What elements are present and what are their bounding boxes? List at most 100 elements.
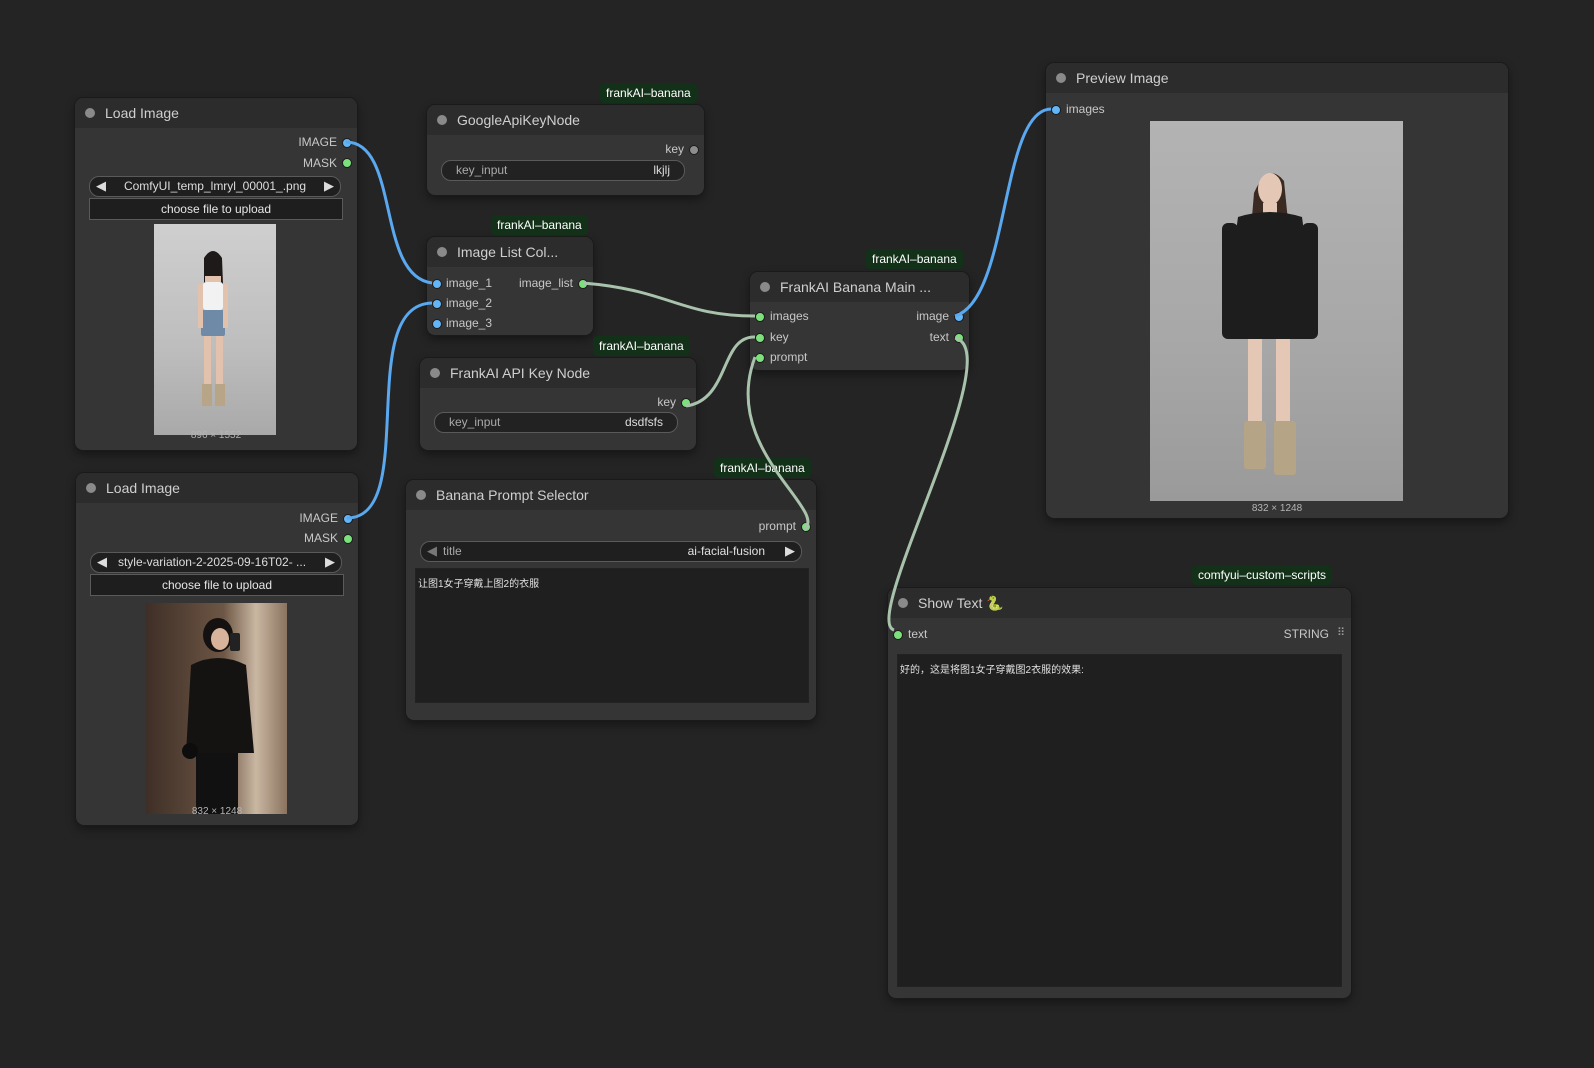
node-badge: frankAI–banana: [491, 215, 588, 235]
prev-arrow-icon[interactable]: ◀: [97, 554, 107, 570]
google-api-key-node[interactable]: GoogleApiKeyNode key key_input lkjlj: [427, 105, 704, 195]
collapse-dot-icon[interactable]: [85, 108, 95, 118]
collapse-dot-icon[interactable]: [437, 115, 447, 125]
collapse-dot-icon[interactable]: [437, 247, 447, 257]
output-text-port[interactable]: [954, 333, 964, 343]
string-type-label: STRING: [1283, 627, 1329, 641]
node-header[interactable]: Load Image: [75, 98, 357, 128]
input-images-port[interactable]: [755, 312, 765, 322]
output-key-label: key: [657, 395, 676, 409]
next-arrow-icon[interactable]: ▶: [325, 554, 335, 570]
input-image2-label: image_2: [446, 296, 493, 310]
collapse-dot-icon[interactable]: [760, 282, 770, 292]
node-header[interactable]: Load Image: [76, 473, 358, 503]
node-badge: frankAI–banana: [600, 83, 697, 103]
collapse-dot-icon[interactable]: [1056, 73, 1066, 83]
output-mask-label: MASK: [303, 531, 338, 545]
frankai-banana-main-node[interactable]: FrankAI Banana Main ... images key promp…: [750, 272, 969, 370]
upload-button[interactable]: choose file to upload: [89, 198, 343, 220]
output-key-port[interactable]: [681, 398, 691, 408]
show-text-node[interactable]: Show Text 🐍 text STRING ⠿ 好的，这是将图1女子穿戴图2…: [888, 588, 1351, 998]
input-images-label: images: [1066, 102, 1105, 116]
widget-value: dsdfsfs: [624, 415, 663, 429]
key-input-widget[interactable]: key_input lkjlj: [441, 160, 685, 181]
preview-image-node[interactable]: Preview Image images 832 × 1248: [1046, 63, 1508, 518]
node-badge: comfyui–custom–scripts: [1192, 565, 1333, 585]
upload-button[interactable]: choose file to upload: [90, 574, 344, 596]
collapse-dot-icon[interactable]: [898, 598, 908, 608]
person-figure-icon: [182, 618, 254, 814]
input-key-port[interactable]: [755, 333, 765, 343]
person-figure-icon: [1222, 173, 1318, 475]
grip-icon[interactable]: ⠿: [1337, 626, 1345, 639]
widget-label: key_input: [456, 163, 508, 177]
combo-label: title: [443, 544, 462, 558]
collapse-dot-icon[interactable]: [86, 483, 96, 493]
node-title: Show Text 🐍: [918, 595, 1004, 611]
prev-arrow-icon[interactable]: ◀: [96, 178, 106, 194]
node-header[interactable]: Banana Prompt Selector: [406, 480, 816, 510]
output-mask-port[interactable]: [343, 534, 353, 544]
node-title: Image List Col...: [457, 244, 559, 260]
banana-prompt-selector-node[interactable]: Banana Prompt Selector prompt ◀ title ai…: [406, 480, 816, 720]
load-image-node-1[interactable]: Load Image IMAGE MASK ◀ ComfyUI_temp_lmr…: [75, 98, 357, 450]
output-image-label: image: [916, 309, 949, 323]
input-image1-port[interactable]: [432, 279, 442, 289]
title-combo[interactable]: ◀ title ai-facial-fusion ▶: [420, 541, 802, 562]
image-file-combo[interactable]: ◀ style-variation-2-2025-09-16T02- ... ▶: [90, 552, 342, 573]
output-image-label: IMAGE: [299, 511, 338, 525]
output-textarea[interactable]: 好的，这是将图1女子穿戴图2衣服的效果:: [897, 654, 1342, 987]
input-images-label: images: [770, 309, 809, 323]
widget-label: key_input: [449, 415, 501, 429]
wire-key-to-main: [685, 335, 756, 408]
image-file-combo[interactable]: ◀ ComfyUI_temp_lmryl_00001_.png ▶: [89, 176, 341, 197]
node-title: GoogleApiKeyNode: [457, 112, 580, 128]
combo-value: style-variation-2-2025-09-16T02- ...: [117, 555, 307, 569]
image-list-collector-node[interactable]: Image List Col... image_1 image_2 image_…: [427, 237, 593, 335]
next-arrow-icon[interactable]: ▶: [324, 178, 334, 194]
wire-image1-to-list: [345, 140, 433, 285]
output-prompt-port[interactable]: [801, 522, 811, 532]
output-image-list-label: image_list: [518, 276, 573, 290]
input-text-port[interactable]: [893, 630, 903, 640]
node-title: FrankAI API Key Node: [450, 365, 591, 381]
output-mask-label: MASK: [302, 156, 337, 170]
output-image-port[interactable]: [954, 312, 964, 322]
frankai-api-key-node[interactable]: FrankAI API Key Node key key_input dsdfs…: [420, 358, 696, 450]
output-key-port[interactable]: [689, 145, 699, 155]
input-images-port[interactable]: [1051, 105, 1061, 115]
key-input-widget[interactable]: key_input dsdfsfs: [434, 412, 678, 433]
node-title: FrankAI Banana Main ...: [780, 279, 931, 295]
node-header[interactable]: FrankAI Banana Main ...: [750, 272, 969, 302]
output-image-list-port[interactable]: [578, 279, 588, 289]
output-image-port[interactable]: [343, 514, 353, 524]
widget-value: lkjlj: [653, 163, 670, 177]
next-arrow-icon[interactable]: ▶: [785, 543, 795, 559]
node-header[interactable]: Preview Image: [1046, 63, 1508, 93]
image-dimensions: 896 × 1552: [190, 430, 242, 441]
collapse-dot-icon[interactable]: [430, 368, 440, 378]
node-header[interactable]: FrankAI API Key Node: [420, 358, 696, 388]
node-header[interactable]: Show Text 🐍: [888, 588, 1351, 618]
input-image3-label: image_3: [446, 316, 493, 330]
prev-arrow-icon[interactable]: ◀: [427, 543, 437, 559]
load-image-node-2[interactable]: Load Image IMAGE MASK ◀ style-variation-…: [76, 473, 358, 825]
output-mask-port[interactable]: [342, 158, 352, 168]
node-badge: frankAI–banana: [593, 336, 690, 356]
wire-main-to-preview: [954, 107, 1052, 318]
input-key-label: key: [770, 330, 789, 344]
collapse-dot-icon[interactable]: [416, 490, 426, 500]
node-header[interactable]: GoogleApiKeyNode: [427, 105, 704, 135]
node-badge: frankAI–banana: [866, 249, 963, 269]
input-image3-port[interactable]: [432, 319, 442, 329]
node-header[interactable]: Image List Col...: [427, 237, 593, 267]
output-image-port[interactable]: [342, 138, 352, 148]
output-image-label: IMAGE: [298, 135, 337, 149]
node-title: Banana Prompt Selector: [436, 487, 589, 503]
node-title: Load Image: [106, 480, 180, 496]
input-image1-label: image_1: [446, 276, 493, 290]
prompt-textarea[interactable]: 让图1女子穿戴上图2的衣服: [415, 568, 809, 703]
input-image2-port[interactable]: [432, 299, 442, 309]
input-prompt-port[interactable]: [755, 353, 765, 363]
wire-main-to-showtext: [887, 336, 969, 632]
